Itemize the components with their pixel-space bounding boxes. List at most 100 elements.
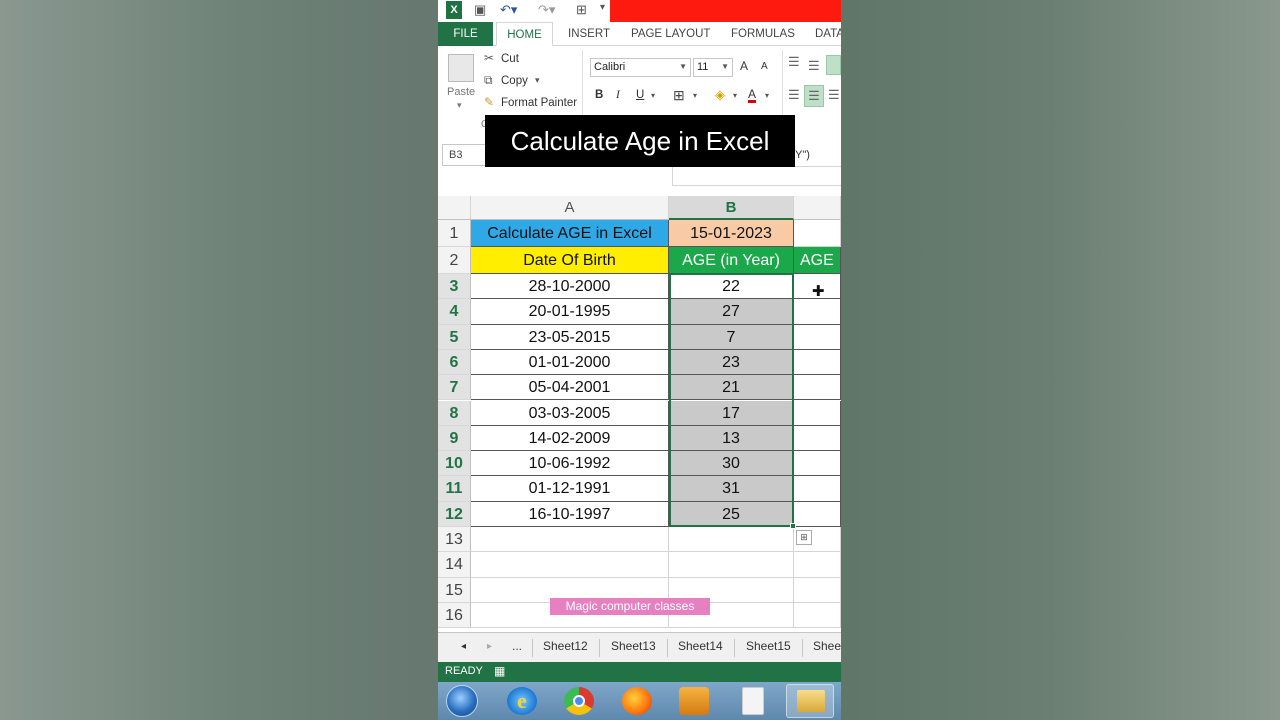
taskbar-active-item[interactable]	[786, 684, 834, 718]
align-left-icon[interactable]: ☰	[788, 87, 800, 103]
align-middle-icon[interactable]: ☰	[808, 58, 820, 74]
fill-color-dropdown-icon[interactable]: ▾	[733, 91, 737, 100]
italic-button[interactable]: I	[616, 89, 620, 101]
chrome-icon[interactable]	[564, 687, 594, 715]
align-bottom-icon[interactable]	[826, 55, 841, 75]
cell-c9[interactable]	[794, 425, 841, 452]
select-all-corner[interactable]	[438, 196, 471, 220]
row-header-16[interactable]: 16	[438, 602, 471, 629]
align-right-icon[interactable]: ☰	[828, 87, 840, 103]
format-painter-button[interactable]: Format Painter	[501, 97, 577, 109]
cell-b9[interactable]: 13	[669, 425, 794, 452]
formula-text[interactable]: Y")	[795, 149, 810, 161]
cell-a10[interactable]: 10-06-1992	[471, 451, 669, 477]
cell-b2[interactable]: AGE (in Year)	[669, 247, 794, 274]
tab-data[interactable]: DATA	[815, 22, 841, 46]
row-header-8[interactable]: 8	[438, 400, 471, 426]
sheet-more-button[interactable]: ...	[512, 639, 522, 653]
start-icon[interactable]	[446, 685, 478, 717]
cell-b11[interactable]: 31	[669, 476, 794, 502]
fill-color-icon[interactable]: ◈	[715, 87, 725, 103]
cell-a2[interactable]: Date Of Birth	[471, 247, 669, 274]
cell-b4[interactable]: 27	[669, 299, 794, 325]
cell-b12[interactable]: 25	[669, 501, 794, 527]
file-icon[interactable]	[742, 687, 764, 715]
cell-b13[interactable]	[669, 527, 794, 553]
underline-dropdown-icon[interactable]: ▾	[651, 91, 655, 100]
cell-c1[interactable]	[794, 220, 841, 247]
redo-icon[interactable]: ↷▾	[538, 2, 555, 19]
cut-button[interactable]: Cut	[501, 53, 519, 65]
row-header-9[interactable]: 9	[438, 425, 471, 452]
customize-qat-icon[interactable]: ▾	[600, 2, 605, 19]
row-header-3[interactable]: 3	[438, 274, 471, 300]
cell-c12[interactable]	[794, 501, 841, 527]
media-player-icon[interactable]	[679, 687, 709, 715]
cell-c8[interactable]	[794, 400, 841, 426]
sheet-tab-15[interactable]: Sheet15	[746, 639, 791, 653]
cell-a14[interactable]	[471, 552, 669, 578]
align-center-icon[interactable]: ☰	[804, 85, 824, 107]
font-color-dropdown-icon[interactable]: ▾	[765, 91, 769, 100]
cell-b6[interactable]: 23	[669, 349, 794, 376]
cell-c11[interactable]	[794, 476, 841, 502]
sheet-prev-button[interactable]: ◂	[461, 641, 466, 652]
cell-a9[interactable]: 14-02-2009	[471, 425, 669, 452]
tab-home[interactable]: HOME	[496, 22, 553, 46]
quick-analysis-icon[interactable]: ⊞	[796, 530, 812, 545]
font-size-select[interactable]: 11 ▼	[693, 58, 733, 77]
excel-logo-icon[interactable]: X	[446, 1, 462, 19]
cell-a13[interactable]	[471, 527, 669, 553]
row-header-15[interactable]: 15	[438, 577, 471, 603]
row-header-14[interactable]: 14	[438, 552, 471, 578]
column-header-c[interactable]	[794, 196, 841, 220]
tab-insert[interactable]: INSERT	[568, 22, 610, 46]
undo-icon[interactable]: ↶▾	[500, 2, 517, 19]
cell-a1[interactable]: Calculate AGE in Excel	[471, 220, 669, 247]
macro-record-icon[interactable]: ▦	[494, 664, 505, 678]
paste-dropdown-icon[interactable]: ▾	[457, 100, 462, 111]
cell-c6[interactable]	[794, 349, 841, 376]
cell-b1[interactable]: 15-01-2023	[669, 220, 794, 247]
borders-icon[interactable]: ⊞	[576, 2, 587, 19]
sheet-tab-16[interactable]: Shee	[813, 639, 841, 653]
cell-c15[interactable]	[794, 577, 841, 603]
underline-button[interactable]: U	[636, 89, 644, 101]
borders-icon[interactable]: ⊞	[673, 87, 685, 104]
cell-b3[interactable]: 22	[669, 274, 794, 300]
tab-file[interactable]: FILE	[438, 22, 493, 46]
sheet-next-button[interactable]: ▸	[487, 641, 492, 652]
copy-button[interactable]: Copy	[501, 75, 528, 87]
cell-a8[interactable]: 03-03-2005	[471, 400, 669, 426]
row-header-6[interactable]: 6	[438, 349, 471, 376]
cell-b7[interactable]: 21	[669, 375, 794, 401]
fill-handle[interactable]	[790, 523, 796, 529]
sheet-tab-12[interactable]: Sheet12	[543, 639, 588, 653]
row-header-11[interactable]: 11	[438, 476, 471, 502]
copy-dropdown-icon[interactable]: ▾	[535, 75, 540, 86]
cell-b8[interactable]: 17	[669, 400, 794, 426]
cell-b10[interactable]: 30	[669, 451, 794, 477]
cell-c14[interactable]	[794, 552, 841, 578]
cell-a7[interactable]: 05-04-2001	[471, 375, 669, 401]
font-color-button[interactable]: A	[748, 88, 757, 103]
grow-font-button[interactable]: A	[740, 59, 748, 73]
cell-c4[interactable]	[794, 299, 841, 325]
shrink-font-button[interactable]: A	[761, 61, 768, 72]
row-header-13[interactable]: 13	[438, 527, 471, 553]
firefox-icon[interactable]	[622, 687, 652, 715]
cell-c16[interactable]	[794, 602, 841, 629]
row-header-5[interactable]: 5	[438, 324, 471, 350]
sheet-tab-14[interactable]: Sheet14	[678, 639, 723, 653]
bold-button[interactable]: B	[595, 89, 603, 101]
cell-a5[interactable]: 23-05-2015	[471, 324, 669, 350]
column-header-b[interactable]: B	[669, 196, 794, 220]
cell-c7[interactable]	[794, 375, 841, 401]
cell-a6[interactable]: 01-01-2000	[471, 349, 669, 376]
row-header-10[interactable]: 10	[438, 451, 471, 477]
column-header-a[interactable]: A	[471, 196, 669, 220]
cell-a12[interactable]: 16-10-1997	[471, 501, 669, 527]
font-name-select[interactable]: Calibri ▼	[590, 58, 691, 77]
cell-a11[interactable]: 01-12-1991	[471, 476, 669, 502]
save-icon[interactable]: ▣	[474, 2, 486, 19]
